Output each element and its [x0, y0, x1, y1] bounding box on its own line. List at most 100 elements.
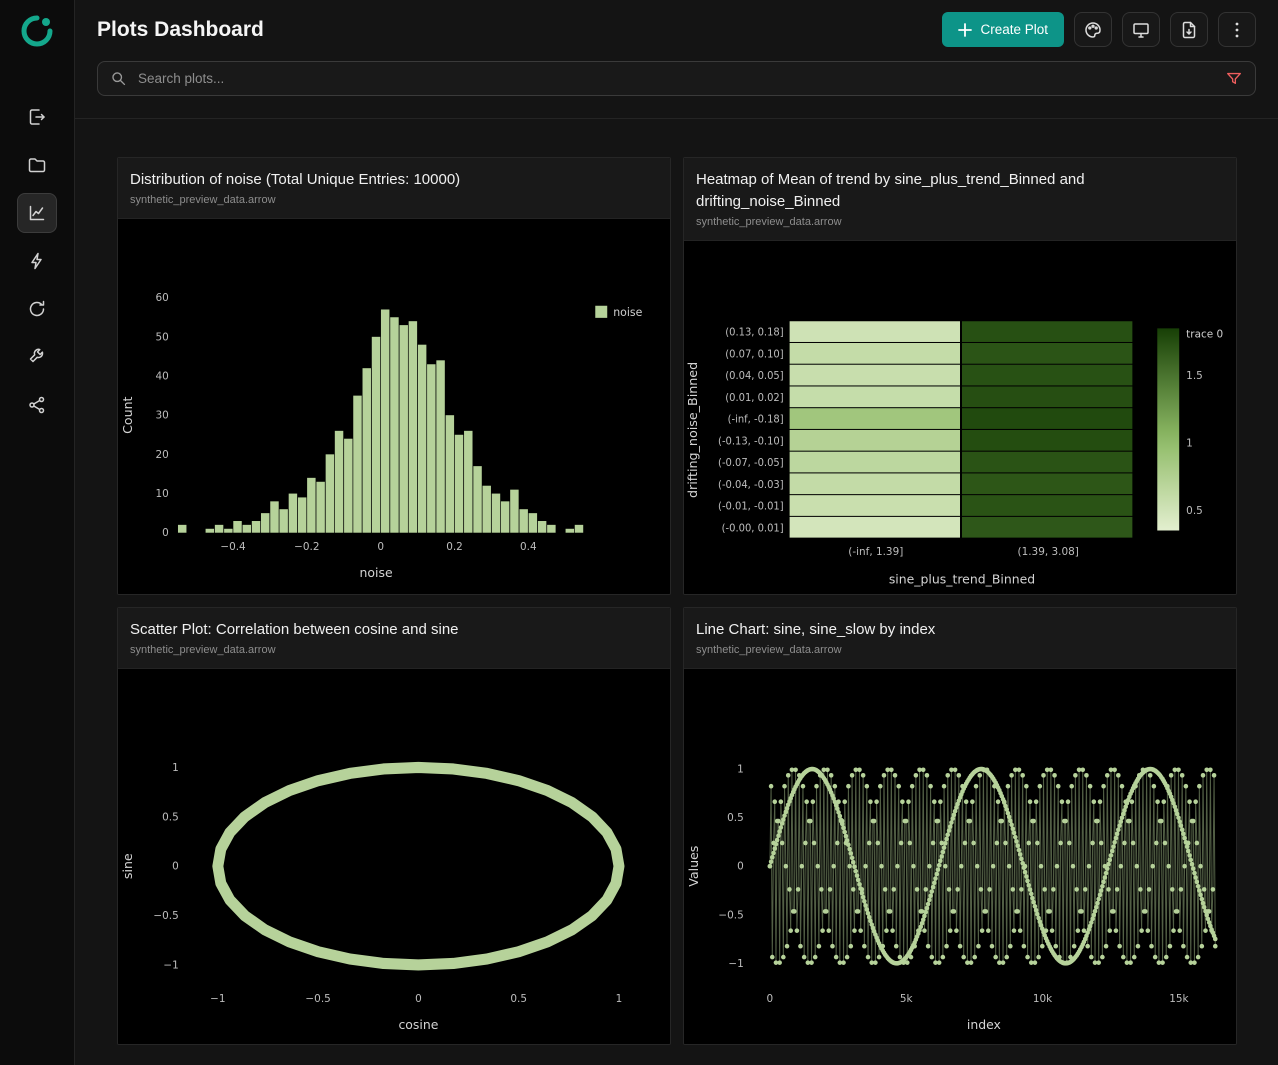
svg-text:0: 0: [172, 860, 179, 872]
sidebar-item-plots[interactable]: [17, 193, 57, 233]
svg-text:noise: noise: [613, 306, 642, 319]
display-mode-button[interactable]: [1122, 12, 1160, 47]
svg-text:0.5: 0.5: [1186, 504, 1203, 516]
search-bar: [97, 61, 1256, 96]
card-title: Distribution of noise (Total Unique Entr…: [130, 169, 658, 191]
palette-icon: [1083, 20, 1103, 40]
plot-card-line: Line Chart: sine, sine_slow by index syn…: [683, 607, 1237, 1045]
svg-text:−1: −1: [728, 958, 743, 970]
heatmap-chart[interactable]: (0.13, 0.18] (0.07, 0.10] (0.04, 0.05] (0.0…: [684, 241, 1236, 595]
svg-text:drifting_noise_Binned: drifting_noise_Binned: [685, 361, 700, 497]
svg-text:(1.39, 3.08]: (1.39, 3.08]: [1018, 545, 1079, 557]
page-title: Plots Dashboard: [97, 18, 264, 42]
export-report-button[interactable]: [1170, 12, 1208, 47]
search-icon: [110, 70, 127, 87]
scatter-chart[interactable]: −1−0.500.5110.50−0.5−1cosinesine: [118, 669, 670, 1044]
svg-text:1: 1: [616, 993, 623, 1005]
svg-text:0.4: 0.4: [520, 541, 537, 553]
svg-text:(-0.07, -0.05]: (-0.07, -0.05]: [718, 458, 784, 469]
create-plot-button[interactable]: Create Plot: [942, 12, 1064, 47]
card-body: −1−0.500.5110.50−0.5−1cosinesine: [118, 669, 670, 1044]
card-body: (0.13, 0.18] (0.07, 0.10] (0.04, 0.05] (0.0…: [684, 241, 1236, 595]
svg-text:−0.2: −0.2: [294, 541, 319, 553]
plot-card-histogram: Distribution of noise (Total Unique Entr…: [117, 157, 671, 595]
histogram-chart[interactable]: −0.4−0.200.20.40102030405060noiseCountno…: [118, 219, 670, 594]
svg-text:50: 50: [156, 331, 169, 343]
sidebar-item-export[interactable]: [17, 97, 57, 137]
svg-text:(0.04, 0.05]: (0.04, 0.05]: [725, 371, 783, 382]
svg-text:trace 0: trace 0: [1186, 328, 1223, 340]
line-chart[interactable]: 05k10k15k10.50−0.5−1indexValues: [684, 669, 1236, 1044]
svg-text:40: 40: [156, 370, 169, 382]
svg-text:Values: Values: [686, 845, 701, 886]
svg-text:(-0.00, 0.01]: (-0.00, 0.01]: [722, 523, 784, 534]
refresh-icon: [27, 299, 47, 319]
svg-text:1: 1: [172, 762, 179, 774]
folder-icon: [27, 155, 47, 175]
svg-text:(-inf, -0.18]: (-inf, -0.18]: [728, 414, 784, 425]
svg-text:(0.01, 0.02]: (0.01, 0.02]: [725, 392, 783, 403]
svg-text:(0.07, 0.10]: (0.07, 0.10]: [725, 349, 783, 360]
sidebar-item-share[interactable]: [17, 385, 57, 425]
svg-text:(-0.01, -0.01]: (-0.01, -0.01]: [718, 501, 784, 512]
svg-text:0.2: 0.2: [446, 541, 463, 553]
svg-text:cosine: cosine: [398, 1017, 438, 1032]
wrench-icon: [27, 347, 47, 367]
svg-text:0: 0: [767, 993, 774, 1005]
svg-text:1: 1: [737, 763, 744, 775]
search-row: [75, 47, 1278, 119]
create-plot-label: Create Plot: [980, 22, 1048, 37]
app-logo[interactable]: [20, 14, 54, 53]
svg-text:(-0.04, -0.03]: (-0.04, -0.03]: [718, 479, 784, 490]
more-options-button[interactable]: [1218, 12, 1256, 47]
card-subtitle: synthetic_preview_data.arrow: [130, 194, 658, 206]
svg-text:(-0.13, -0.10]: (-0.13, -0.10]: [718, 436, 784, 447]
svg-text:1: 1: [1186, 437, 1193, 449]
svg-text:1.5: 1.5: [1186, 369, 1203, 381]
card-subtitle: synthetic_preview_data.arrow: [696, 644, 1224, 656]
svg-text:5k: 5k: [900, 993, 914, 1005]
sidebar-item-automations[interactable]: [17, 241, 57, 281]
plot-card-heatmap: Heatmap of Mean of trend by sine_plus_tr…: [683, 157, 1237, 595]
svg-text:0: 0: [377, 541, 384, 553]
sidebar-item-tools[interactable]: [17, 337, 57, 377]
card-title: Heatmap of Mean of trend by sine_plus_tr…: [696, 169, 1224, 213]
monitor-icon: [1131, 20, 1151, 40]
svg-text:(0.13, 0.18]: (0.13, 0.18]: [725, 327, 783, 338]
svg-text:0: 0: [415, 993, 422, 1005]
topbar: Plots Dashboard Create Plot: [75, 0, 1278, 47]
card-body: 05k10k15k10.50−0.5−1indexValues: [684, 669, 1236, 1044]
svg-text:−1: −1: [163, 959, 178, 971]
sidebar-item-refresh[interactable]: [17, 289, 57, 329]
topbar-actions: Create Plot: [942, 12, 1256, 47]
svg-text:0: 0: [162, 527, 169, 539]
svg-text:sine: sine: [120, 853, 135, 879]
sidebar: [0, 0, 75, 1065]
file-export-icon: [1179, 20, 1199, 40]
search-input[interactable]: [136, 70, 1216, 87]
svg-text:10: 10: [156, 488, 169, 500]
sidebar-item-files[interactable]: [17, 145, 57, 185]
svg-text:sine_plus_trend_Binned: sine_plus_trend_Binned: [889, 571, 1035, 586]
card-title: Line Chart: sine, sine_slow by index: [696, 619, 1224, 641]
plots-grid: Distribution of noise (Total Unique Entr…: [75, 119, 1278, 1065]
plot-card-scatter: Scatter Plot: Correlation between cosine…: [117, 607, 671, 1045]
share-icon: [27, 395, 47, 415]
filter-button[interactable]: [1225, 70, 1243, 88]
kebab-menu-icon: [1227, 20, 1247, 40]
card-header: Heatmap of Mean of trend by sine_plus_tr…: [684, 158, 1236, 241]
svg-text:0.5: 0.5: [727, 812, 744, 824]
card-title: Scatter Plot: Correlation between cosine…: [130, 619, 658, 641]
svg-text:−0.5: −0.5: [153, 910, 178, 922]
svg-text:0.5: 0.5: [510, 993, 527, 1005]
card-header: Scatter Plot: Correlation between cosine…: [118, 608, 670, 669]
svg-text:30: 30: [156, 409, 169, 421]
theme-palette-button[interactable]: [1074, 12, 1112, 47]
svg-text:noise: noise: [360, 565, 393, 580]
svg-text:−0.5: −0.5: [305, 993, 330, 1005]
filter-funnel-icon: [1225, 70, 1243, 88]
plus-icon: [958, 23, 972, 37]
line-chart-icon: [27, 203, 47, 223]
card-body: −0.4−0.200.20.40102030405060noiseCountno…: [118, 219, 670, 594]
svg-text:20: 20: [156, 449, 169, 461]
